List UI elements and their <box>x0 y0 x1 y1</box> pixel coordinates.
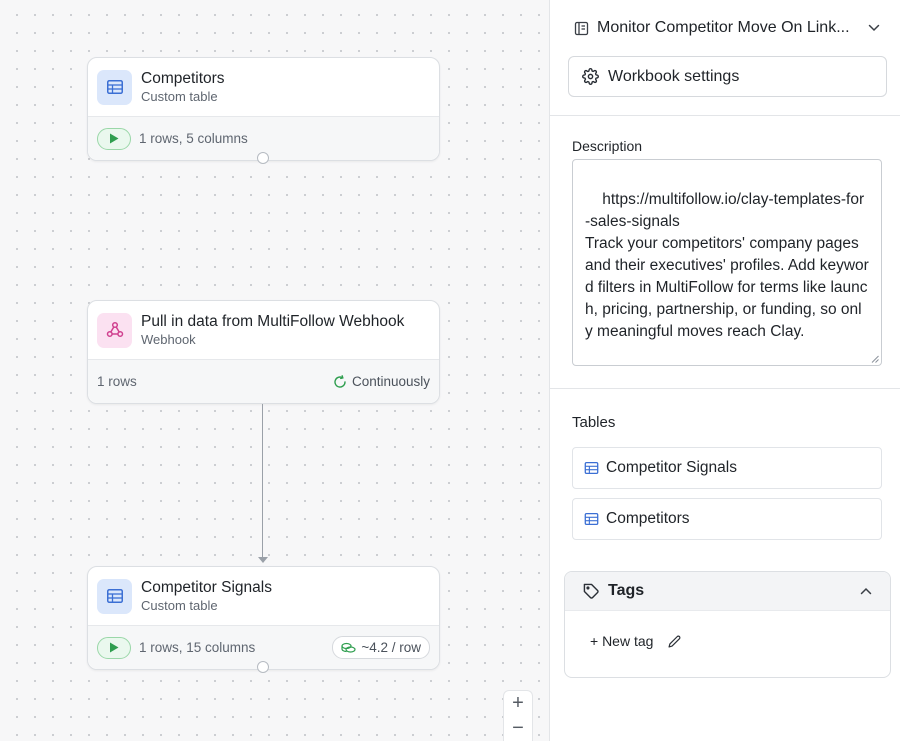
table-icon <box>97 69 132 105</box>
workbook-title-dropdown[interactable]: Monitor Competitor Move On Link... <box>574 18 884 38</box>
resize-grip-icon[interactable] <box>871 355 879 363</box>
table-icon <box>584 462 599 474</box>
divider <box>550 115 900 116</box>
node-header: Competitors Custom table <box>88 58 439 116</box>
webhook-icon <box>97 312 132 348</box>
credit-cost-badge: ~4.2 / row <box>332 636 430 659</box>
play-icon <box>110 133 119 144</box>
node-subtitle: Custom table <box>141 89 218 104</box>
coins-icon <box>341 642 356 653</box>
new-tag-button[interactable]: + New tag <box>590 633 653 649</box>
table-name: Competitors <box>606 510 690 527</box>
zoom-in-button[interactable]: + <box>503 691 533 716</box>
workbook-title: Monitor Competitor Move On Link... <box>597 19 850 36</box>
description-text: https://multifollow.io/clay-templates-fo… <box>585 191 869 340</box>
description-textarea[interactable]: https://multifollow.io/clay-templates-fo… <box>572 159 882 366</box>
node-webhook[interactable]: Pull in data from MultiFollow Webhook We… <box>87 300 440 404</box>
workbook-icon <box>574 21 589 35</box>
chevron-up-icon[interactable] <box>860 587 872 595</box>
table-icon <box>584 513 599 525</box>
table-link-competitor-signals[interactable]: Competitor Signals <box>572 447 882 489</box>
play-icon <box>110 642 119 653</box>
tags-body: + New tag <box>565 611 890 649</box>
refresh-icon <box>334 374 346 388</box>
gear-icon <box>582 68 599 85</box>
node-header: Pull in data from MultiFollow Webhook We… <box>88 301 439 359</box>
connection-handle[interactable] <box>257 152 269 164</box>
table-icon <box>97 578 132 614</box>
node-subtitle: Custom table <box>141 598 218 613</box>
workflow-canvas[interactable]: Competitors Custom table 1 rows, 5 colum… <box>0 0 549 741</box>
status-label: Continuously <box>351 374 430 389</box>
zoom-controls: + − <box>503 690 533 741</box>
node-title: Competitor Signals <box>141 579 272 596</box>
tags-label: Tags <box>608 582 645 599</box>
node-header: Competitor Signals Custom table <box>88 567 439 625</box>
pencil-icon[interactable] <box>668 635 681 648</box>
node-title: Pull in data from MultiFollow Webhook <box>141 313 405 330</box>
node-competitor-signals[interactable]: Competitor Signals Custom table 1 rows, … <box>87 566 440 670</box>
description-label: Description <box>572 138 643 154</box>
edge-line <box>262 404 263 560</box>
continuous-status: Continuously <box>333 374 430 389</box>
workbook-side-panel: Monitor Competitor Move On Link... Workb… <box>549 0 900 741</box>
node-competitors[interactable]: Competitors Custom table 1 rows, 5 colum… <box>87 57 440 161</box>
edge-arrow <box>258 557 268 563</box>
node-row-info: 1 rows, 15 columns <box>139 640 256 655</box>
run-button[interactable] <box>97 636 131 659</box>
divider <box>550 388 900 389</box>
table-name: Competitor Signals <box>606 459 737 476</box>
node-footer: 1 rows Continuously <box>88 359 439 403</box>
tag-icon <box>583 583 599 599</box>
node-title: Competitors <box>141 70 225 87</box>
tags-header[interactable]: Tags <box>565 572 890 611</box>
run-button[interactable] <box>97 127 131 150</box>
table-link-competitors[interactable]: Competitors <box>572 498 882 540</box>
zoom-out-button[interactable]: − <box>503 716 533 741</box>
settings-label: Workbook settings <box>608 67 740 85</box>
node-subtitle: Webhook <box>141 332 196 347</box>
node-row-info: 1 rows <box>97 374 137 389</box>
node-row-info: 1 rows, 5 columns <box>139 131 248 146</box>
tags-section: Tags + New tag <box>564 571 891 678</box>
workbook-settings-button[interactable]: Workbook settings <box>568 56 887 97</box>
tables-label: Tables <box>572 414 616 431</box>
chevron-down-icon <box>868 24 880 32</box>
cost-label: ~4.2 / row <box>361 640 421 655</box>
connection-handle[interactable] <box>257 661 269 673</box>
